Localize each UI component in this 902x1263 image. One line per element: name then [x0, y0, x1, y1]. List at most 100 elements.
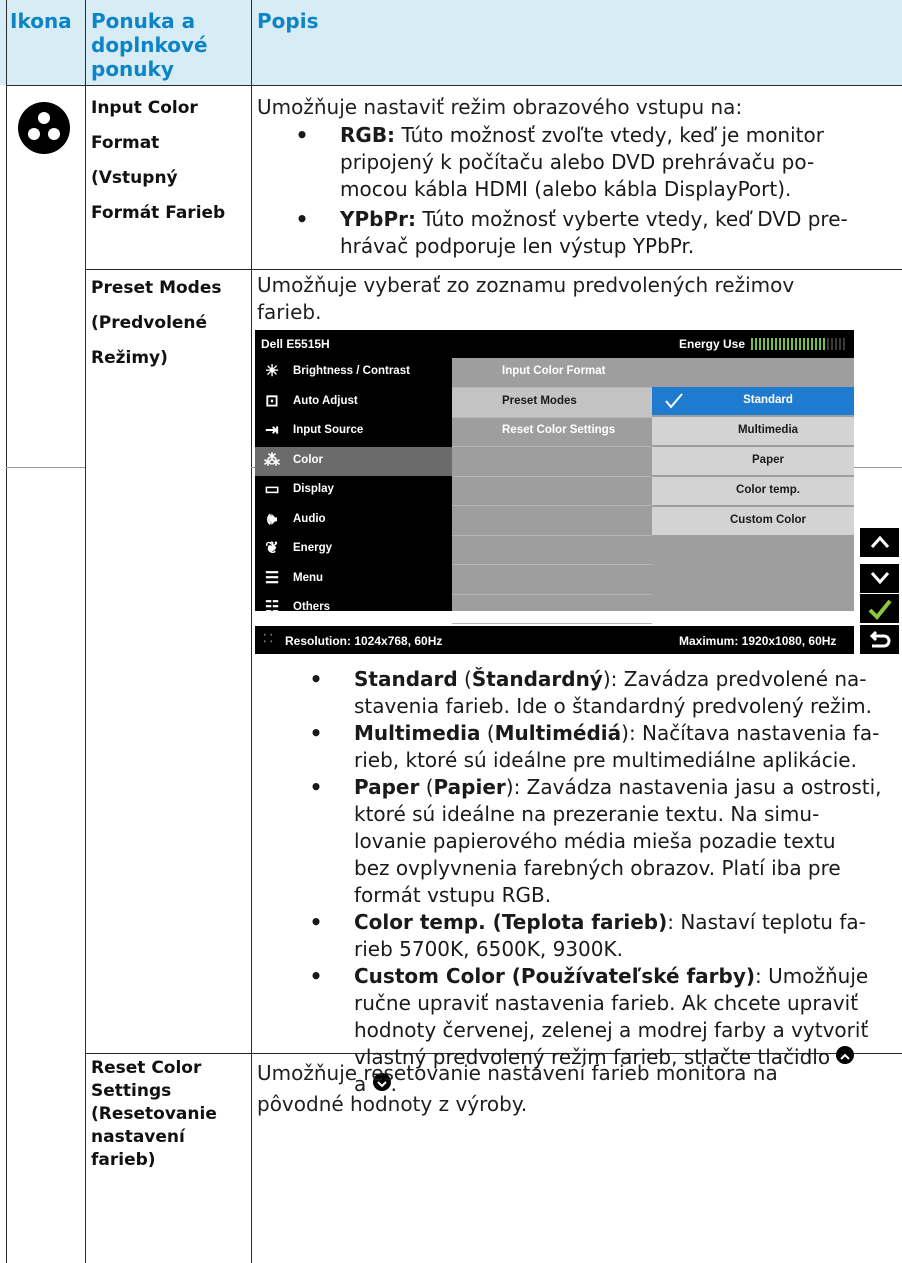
osd-submenu-item: [452, 506, 652, 536]
osd-menu-label: Menu: [293, 571, 324, 584]
osd-option[interactable]: Custom Color: [652, 507, 854, 537]
energy-bar-segment: [819, 338, 821, 350]
energy-bar-segment: [783, 338, 785, 350]
osd-menu-item[interactable]: ❦ Energy: [255, 535, 452, 564]
energy-bar-segment: [823, 338, 825, 350]
menu-label-input-color-format: Input Color Format (Vstupný Formát Farie…: [91, 98, 226, 223]
speaker-icon: 🕪: [266, 510, 278, 528]
osd-submenu-label: Reset Color Settings: [502, 424, 616, 436]
osd-status-bar: ⁚ ⁚ Resolution: 1024x768, 60Hz Maximum: …: [255, 626, 854, 654]
header-description-column: Popis: [257, 9, 319, 33]
input-source-icon: ⇥: [265, 422, 279, 439]
energy-bar-segment: [803, 338, 805, 350]
up-button[interactable]: [860, 528, 899, 557]
osd-submenu-label: Preset Modes: [502, 394, 577, 407]
rgb-term: RGB:: [340, 123, 396, 147]
energy-bar-segment: [811, 338, 813, 350]
column-divider-2: [251, 0, 252, 1263]
osd-menu-item[interactable]: ⊡ Auto Adjust: [255, 388, 452, 417]
energy-bar-segment: [843, 338, 845, 350]
osd-menu-item[interactable]: ⁂ Color: [255, 446, 452, 476]
energy-bar-segment: [835, 338, 837, 350]
input-color-format-intro: Umožňuje nastaviť režim obrazového vstup…: [257, 95, 743, 119]
osd-menu-label: Color: [293, 453, 324, 466]
osd-option[interactable]: Standard: [652, 387, 854, 417]
energy-bar-segment: [767, 338, 769, 350]
energy-bar-segment: [755, 338, 757, 350]
osd-submenu-item: [452, 447, 652, 477]
reset-color-description: Umožňuje resetovanie nastavení farieb mo…: [257, 1061, 778, 1116]
osd-option[interactable]: Paper: [652, 447, 854, 477]
table-border-left: [6, 0, 7, 1263]
osd-option[interactable]: Multimedia: [652, 417, 854, 447]
header-bottom-border: [6, 85, 902, 86]
menu-icon: ☰: [264, 569, 280, 587]
preset-modes-intro: Umožňuje vyberať zo zoznamu predvolených…: [257, 273, 795, 324]
leaf-icon: ❦: [265, 540, 279, 557]
osd-submenu: Input Color Format Preset Modes Reset Colo…: [452, 358, 652, 624]
osd-main-menu: ☀ Brightness / Contrast ⊡ Auto Adjust ⇥ Input…: [255, 358, 452, 616]
energy-bar-segment: [839, 338, 841, 350]
sliders-icon: ☷: [264, 599, 280, 616]
energy-bar-segment: [827, 338, 829, 350]
osd-option[interactable]: Color temp.: [652, 477, 854, 507]
energy-bar-segment: [815, 338, 817, 350]
osd-option-label: Paper: [752, 454, 784, 466]
osd-model-name: Dell E5515H: [261, 337, 330, 351]
osd-menu-item[interactable]: ▭ Display: [255, 476, 452, 505]
osd-dots-icon: ⁚ ⁚: [263, 633, 274, 645]
down-button[interactable]: [860, 564, 899, 593]
color-dots-icon: ⁂: [264, 451, 280, 469]
row-divider-3: [6, 467, 85, 468]
header-icon-column: Ikona: [10, 9, 72, 33]
osd-submenu-item: [452, 476, 652, 506]
osd-menu-label: Input Source: [293, 424, 364, 436]
osd-menu-label: Audio: [293, 512, 326, 525]
energy-bar-segment: [799, 338, 801, 350]
osd-submenu-item: [452, 535, 652, 565]
osd-menu-item[interactable]: ⇥ Input Source: [255, 417, 452, 446]
color-dots-icon: [17, 101, 71, 155]
osd-submenu-item: [452, 594, 652, 624]
display-icon: ▭: [264, 481, 280, 498]
osd-menu-item[interactable]: ☷ Others: [255, 594, 452, 623]
auto-adjust-icon: ⊡: [265, 392, 279, 410]
osd-menu-item[interactable]: ☀ Brightness / Contrast: [255, 358, 452, 387]
osd-option-label: Multimedia: [737, 424, 799, 436]
ypbpr-term: YPbPr:: [340, 207, 416, 231]
osd-menu-item[interactable]: 🕪 Audio: [255, 506, 452, 535]
osd-menu-label: Energy: [293, 542, 332, 554]
row-divider-1: [85, 269, 902, 270]
checkmark-icon: [665, 393, 683, 409]
energy-bar-segment: [787, 338, 789, 350]
osd-option-label: Standard: [743, 394, 793, 406]
header-menu-column: Ponuka a doplnkové ponuky: [91, 9, 208, 81]
osd-submenu-item[interactable]: Input Color Format: [452, 358, 652, 388]
osd-option-label: Color temp.: [736, 484, 800, 496]
osd-menu-label: Brightness / Contrast: [293, 365, 410, 377]
energy-bar-segment: [791, 338, 793, 350]
energy-bar-segment: [775, 338, 777, 350]
osd-energy-meter: [751, 338, 847, 350]
osd-option-label: Custom Color: [729, 514, 807, 526]
osd-menu-item[interactable]: ☰ Menu: [255, 565, 452, 594]
osd-menu-label: Auto Adjust: [293, 394, 358, 407]
energy-bar-segment: [759, 338, 761, 350]
menu-label-reset-color-settings: Reset Color Settings (Resetovanie nastav…: [91, 1058, 217, 1170]
osd-submenu-item[interactable]: Preset Modes: [452, 387, 652, 418]
energy-bar-segment: [751, 338, 753, 350]
osd-options: Standard Multimedia Paper Color temp. Custom…: [652, 358, 854, 611]
energy-bar-segment: [771, 338, 773, 350]
energy-bar-segment: [763, 338, 765, 350]
osd-energy-label: Energy Use: [679, 337, 746, 351]
osd-submenu-item: [452, 565, 652, 595]
energy-bar-segment: [807, 338, 809, 350]
back-button[interactable]: [860, 625, 899, 654]
column-divider-1: [85, 0, 86, 1263]
osd-submenu-label: Input Color Format: [502, 365, 606, 377]
menu-label-preset-modes: Preset Modes (Predvolené Režimy): [91, 278, 222, 368]
confirm-button[interactable]: [860, 594, 899, 623]
osd-menu-label: Others: [293, 601, 331, 613]
osd-title-bar: Dell E5515H Energy Use: [255, 330, 854, 358]
osd-submenu-item[interactable]: Reset Color Settings: [452, 417, 652, 447]
